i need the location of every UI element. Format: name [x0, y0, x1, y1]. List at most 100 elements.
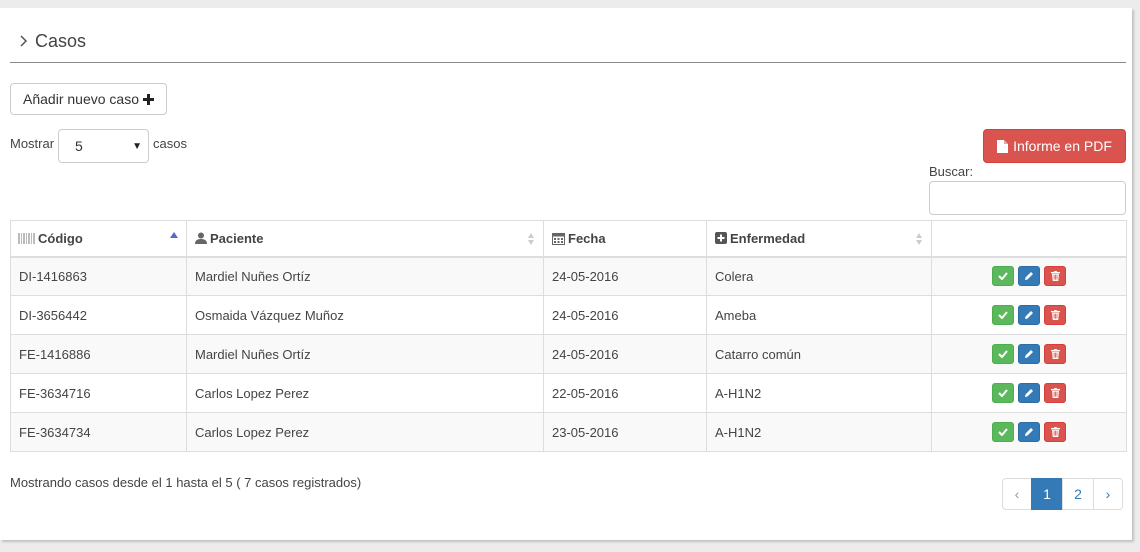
trash-icon	[1050, 349, 1060, 359]
cell-enfermedad: A-H1N2	[706, 373, 932, 413]
add-case-button[interactable]: Añadir nuevo caso	[10, 83, 167, 115]
title-divider	[10, 62, 1126, 63]
edit-button[interactable]	[1018, 344, 1040, 364]
cell-fecha: 22-05-2016	[543, 373, 707, 413]
edit-button[interactable]	[1018, 422, 1040, 442]
cases-table: Código Paciente Fecha Enfermedad DI-1416…	[10, 220, 1127, 452]
edit-button[interactable]	[1018, 266, 1040, 287]
sort-asc-icon	[170, 232, 178, 238]
row-actions	[940, 305, 1118, 325]
confirm-button[interactable]	[992, 422, 1014, 442]
check-icon	[998, 389, 1008, 397]
cell-paciente: Carlos Lopez Perez	[186, 373, 544, 413]
cell-fecha: 24-05-2016	[543, 334, 707, 374]
search-input[interactable]	[929, 181, 1126, 215]
trash-icon	[1050, 271, 1060, 282]
confirm-button[interactable]	[992, 344, 1014, 364]
cell-fecha: 23-05-2016	[543, 412, 707, 452]
table-row: FE-3634734 Carlos Lopez Perez 23-05-2016 A-…	[10, 412, 1127, 452]
pencil-icon	[1024, 427, 1034, 437]
pagination-prev[interactable]: ‹	[1002, 478, 1032, 510]
cell-paciente: Osmaida Vázquez Muñoz	[186, 295, 544, 335]
page-length-select[interactable]: 5 ▼	[58, 129, 149, 163]
table-info: Mostrando casos desde el 1 hasta el 5 ( …	[10, 475, 362, 490]
column-label: Código	[38, 230, 83, 246]
delete-button[interactable]	[1044, 305, 1066, 325]
check-icon	[998, 428, 1008, 436]
column-label: Fecha	[568, 230, 606, 246]
pdf-report-button[interactable]: Informe en PDF	[983, 129, 1126, 163]
chevron-right-icon	[20, 35, 28, 47]
main-panel: Casos Añadir nuevo caso Mostrar 5 ▼ caso…	[0, 8, 1132, 540]
confirm-button[interactable]	[992, 383, 1014, 403]
check-icon	[998, 311, 1008, 319]
caret-down-icon: ▼	[132, 141, 142, 152]
cell-actions	[931, 334, 1127, 374]
row-actions	[940, 383, 1118, 403]
table-row: DI-1416863 Mardiel Nuñes Ortíz 24-05-2016 C…	[10, 256, 1127, 296]
length-prefix: Mostrar	[10, 136, 55, 151]
column-label: Paciente	[210, 230, 264, 246]
column-header-enfermedad[interactable]: Enfermedad	[706, 220, 932, 258]
cell-codigo: FE-3634716	[10, 373, 187, 413]
pencil-icon	[1024, 349, 1034, 359]
cell-actions	[931, 295, 1127, 335]
confirm-button[interactable]	[992, 305, 1014, 325]
cell-fecha: 24-05-2016	[543, 295, 707, 335]
column-header-actions	[931, 220, 1127, 258]
cell-enfermedad: Catarro común	[706, 334, 932, 374]
cell-codigo: DI-1416863	[10, 256, 187, 296]
file-icon	[997, 139, 1009, 153]
pagination-page-1[interactable]: 1	[1031, 478, 1063, 510]
edit-button[interactable]	[1018, 383, 1040, 403]
page-title-text: Casos	[35, 30, 87, 51]
pdf-report-label: Informe en PDF	[1013, 138, 1112, 154]
row-actions	[940, 422, 1118, 442]
column-header-fecha[interactable]: Fecha	[543, 220, 707, 258]
table-row: DI-3656442 Osmaida Vázquez Muñoz 24-05-201…	[10, 295, 1127, 335]
cell-enfermedad: Ameba	[706, 295, 932, 335]
column-header-codigo[interactable]: Código	[10, 220, 187, 258]
pagination-next[interactable]: ›	[1093, 478, 1123, 510]
sort-both-icon	[916, 233, 922, 245]
trash-icon	[1050, 310, 1060, 320]
cell-actions	[931, 373, 1127, 413]
trash-icon	[1050, 427, 1060, 437]
row-actions	[940, 344, 1118, 364]
cell-paciente: Mardiel Nuñes Ortíz	[186, 256, 544, 296]
edit-button[interactable]	[1018, 305, 1040, 325]
pencil-icon	[1024, 388, 1034, 398]
calendar-icon	[552, 232, 565, 245]
delete-button[interactable]	[1044, 422, 1066, 442]
search-label: Buscar:	[929, 164, 974, 179]
cell-paciente: Carlos Lopez Perez	[186, 412, 544, 452]
length-suffix: casos	[153, 136, 187, 151]
column-header-paciente[interactable]: Paciente	[186, 220, 544, 258]
user-icon	[195, 232, 207, 245]
table-row: FE-3634716 Carlos Lopez Perez 22-05-2016 A-…	[10, 373, 1127, 413]
pencil-icon	[1024, 271, 1034, 281]
cell-codigo: DI-3656442	[10, 295, 187, 335]
plus-square-icon	[715, 232, 727, 245]
delete-button[interactable]	[1044, 344, 1066, 364]
cell-enfermedad: Colera	[706, 256, 932, 296]
cell-enfermedad: A-H1N2	[706, 412, 932, 452]
cell-actions	[931, 412, 1127, 452]
check-icon	[998, 350, 1008, 358]
row-actions	[940, 266, 1118, 287]
trash-icon	[1050, 388, 1060, 398]
table-header-row: Código Paciente Fecha Enfermedad	[10, 220, 1127, 258]
page-length-value: 5	[75, 138, 83, 154]
cell-actions	[931, 256, 1127, 296]
cell-codigo: FE-3634734	[10, 412, 187, 452]
column-label: Enfermedad	[730, 230, 806, 246]
page-title: Casos	[19, 30, 86, 52]
barcode-icon	[18, 232, 35, 244]
cell-fecha: 24-05-2016	[543, 256, 707, 296]
cell-codigo: FE-1416886	[10, 334, 187, 374]
confirm-button[interactable]	[992, 266, 1014, 287]
pagination-page-2[interactable]: 2	[1062, 478, 1094, 510]
delete-button[interactable]	[1044, 266, 1066, 287]
cell-paciente: Mardiel Nuñes Ortíz	[186, 334, 544, 374]
delete-button[interactable]	[1044, 383, 1066, 403]
